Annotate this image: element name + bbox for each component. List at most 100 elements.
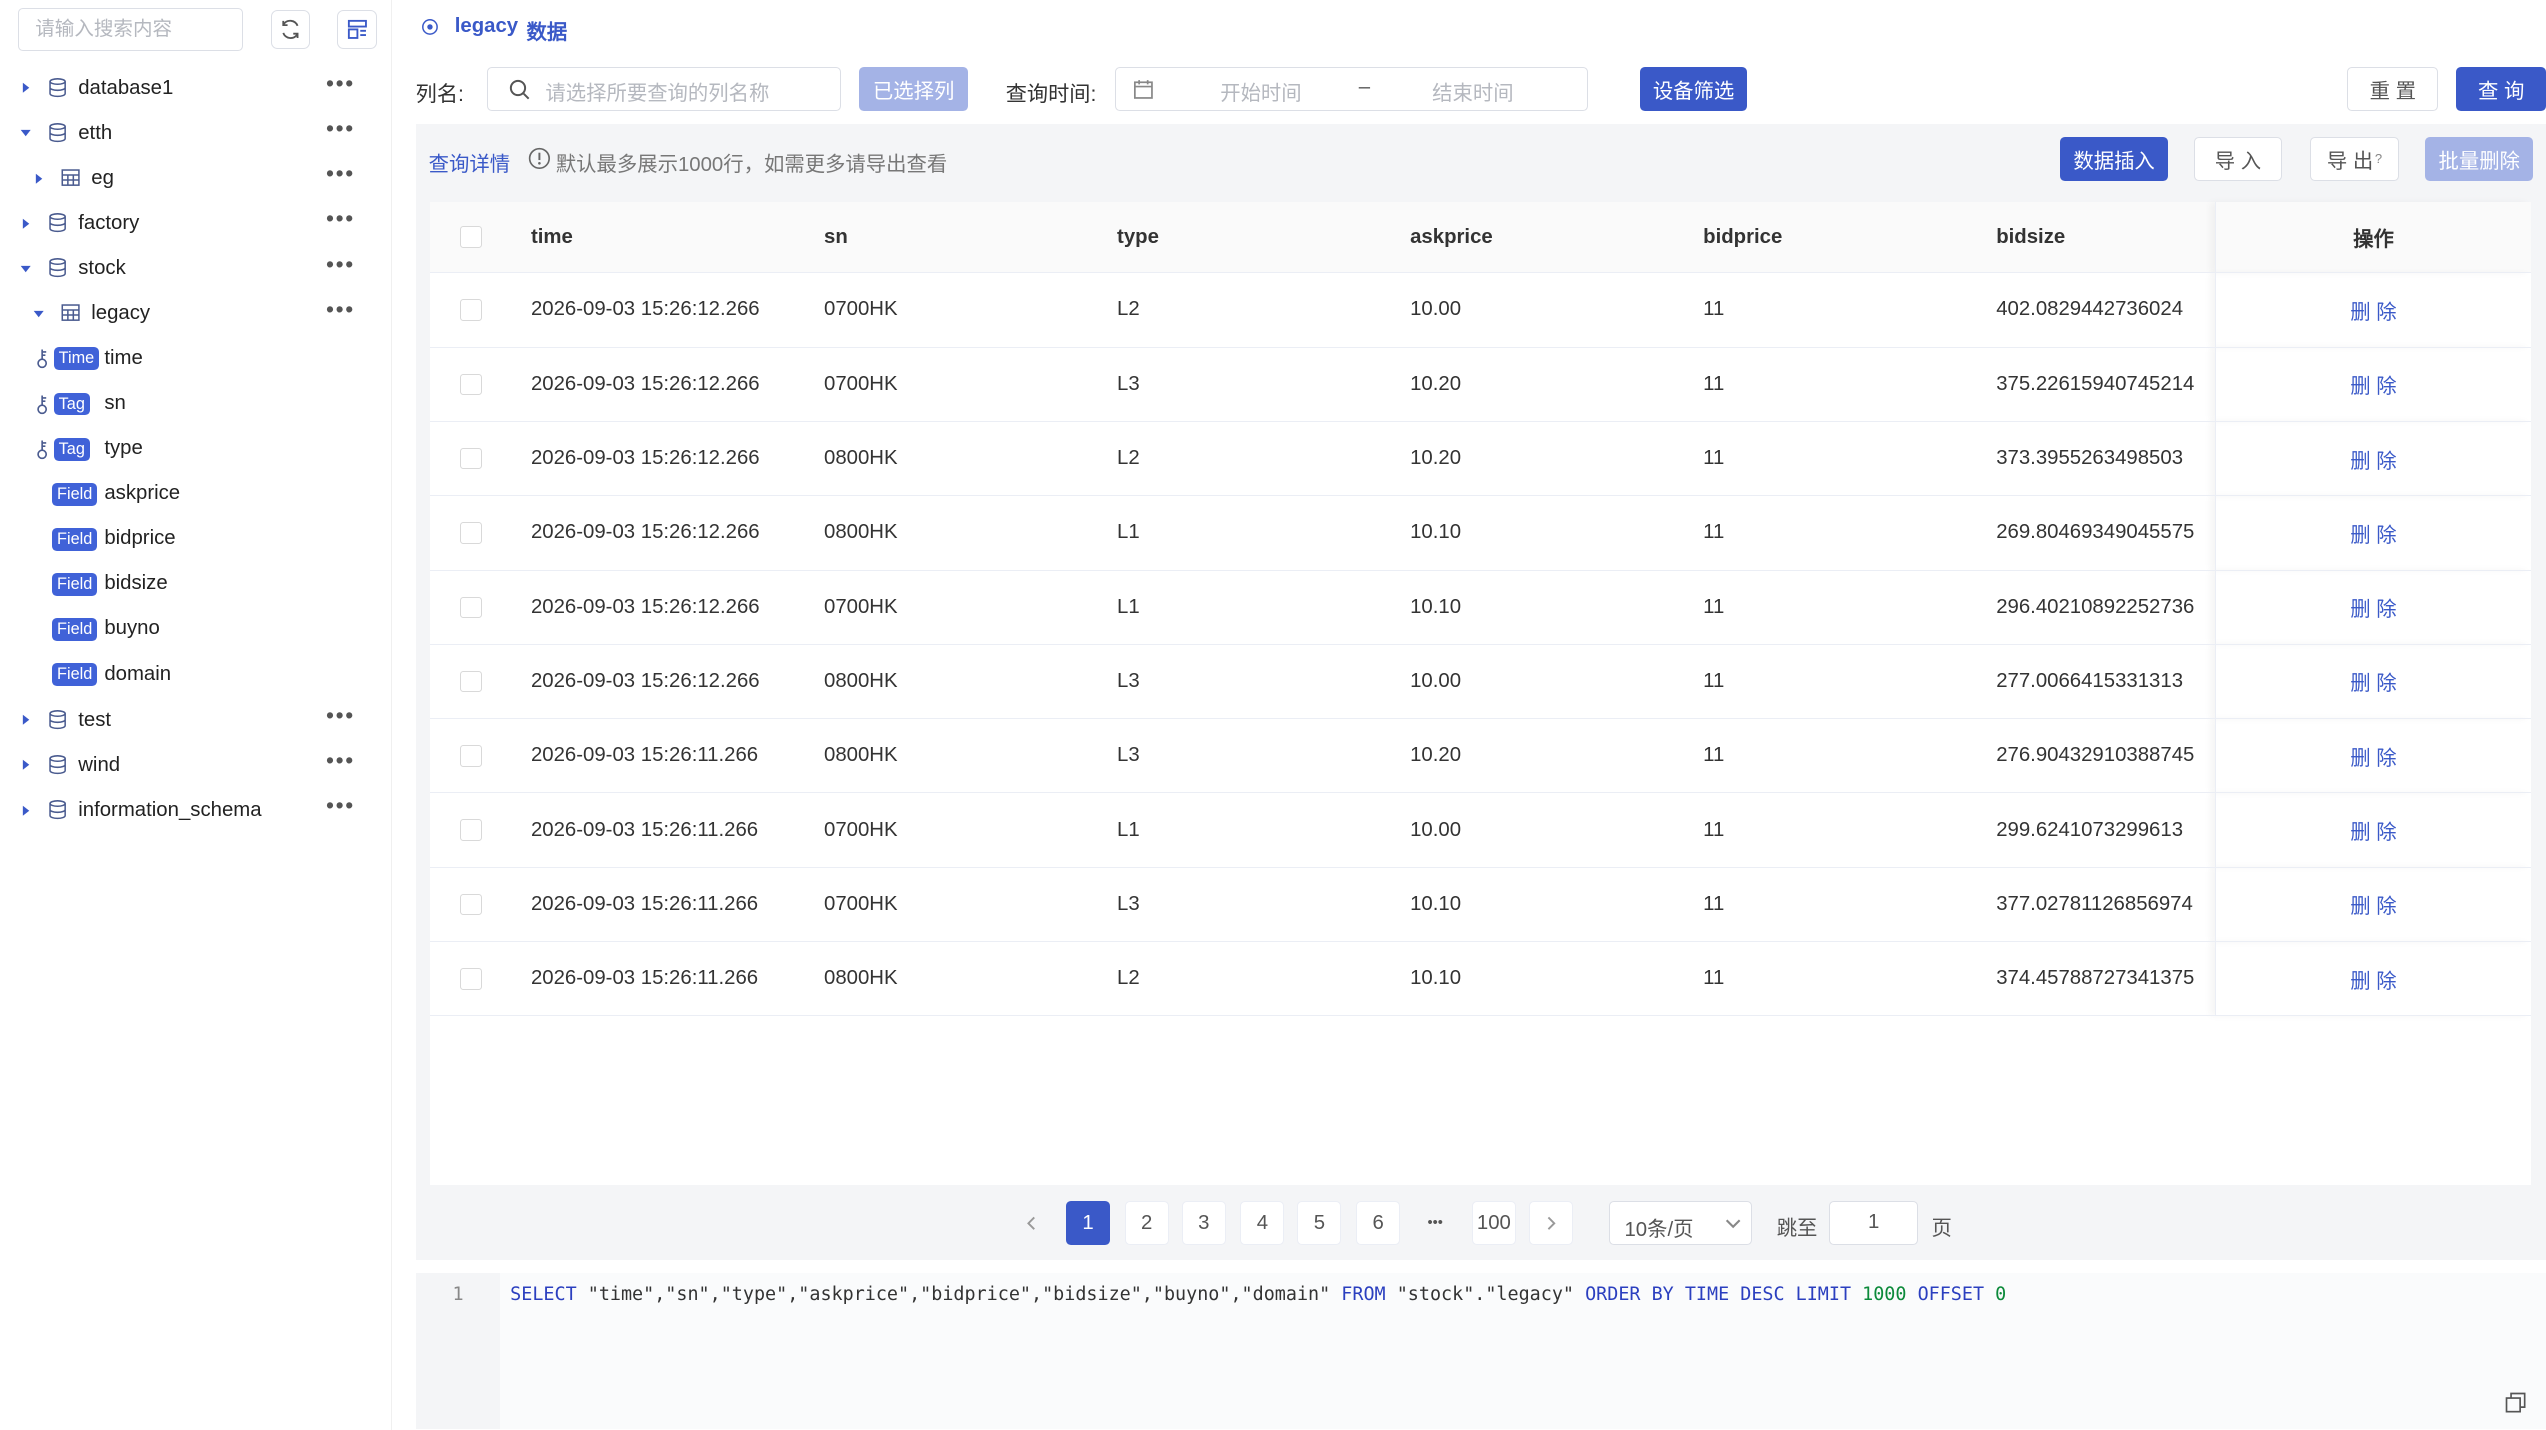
insert-data-button[interactable]: 数据插入: [2060, 136, 2168, 181]
more-icon[interactable]: •••: [326, 297, 353, 324]
select-all-checkbox[interactable]: [460, 226, 482, 249]
delete-row-button[interactable]: 删 除: [2350, 673, 2396, 695]
tree-node-label: wind: [78, 753, 121, 776]
tree-node-etth[interactable]: etth •••: [0, 110, 391, 155]
key-icon: [34, 393, 50, 416]
col-header-askprice[interactable]: askprice: [1390, 202, 1684, 274]
sidebar-search-input[interactable]: [18, 9, 242, 50]
tree-node-bidsize[interactable]: Field bidsize: [0, 562, 391, 607]
more-icon[interactable]: •••: [326, 794, 353, 820]
caret-right-icon[interactable]: [31, 170, 47, 186]
table-row: 2026-09-03 15:26:12.266 0700HK L2 10.00 11 40…: [430, 272, 2532, 348]
tree-node-test[interactable]: test •••: [0, 697, 391, 742]
caret-right-icon[interactable]: [18, 712, 34, 728]
tree-node-time[interactable]: Time time: [0, 336, 391, 381]
page-button[interactable]: 6: [1356, 1201, 1401, 1246]
delete-row-button[interactable]: 删 除: [2350, 599, 2396, 621]
row-checkbox[interactable]: [460, 373, 482, 396]
caret-right-icon[interactable]: [18, 757, 34, 773]
tree-node-askprice[interactable]: Field askprice: [0, 471, 391, 516]
query-details-link[interactable]: 查询详情: [429, 147, 510, 177]
col-header-time[interactable]: time: [511, 202, 805, 274]
row-checkbox[interactable]: [460, 893, 482, 916]
delete-row-button[interactable]: 删 除: [2350, 748, 2396, 770]
import-button[interactable]: 导 入: [2193, 136, 2282, 181]
page-button[interactable]: 2: [1124, 1201, 1169, 1246]
more-icon[interactable]: •••: [326, 704, 353, 730]
page-button[interactable]: 100: [1471, 1201, 1516, 1246]
copy-icon[interactable]: [2505, 1392, 2526, 1413]
page-button[interactable]: 5: [1297, 1201, 1342, 1246]
refresh-button[interactable]: [270, 9, 310, 49]
caret-down-icon[interactable]: [18, 260, 34, 276]
row-checkbox[interactable]: [460, 596, 482, 619]
row-checkbox[interactable]: [460, 670, 482, 693]
page-button[interactable]: 4: [1240, 1201, 1285, 1246]
more-icon[interactable]: •••: [326, 207, 353, 233]
cell-bidprice: 11: [1683, 570, 1977, 645]
tree-node-factory[interactable]: factory •••: [0, 201, 391, 246]
jump-page-input[interactable]: 1: [1828, 1201, 1919, 1246]
tree-node-database1[interactable]: database1 •••: [0, 65, 391, 110]
more-icon[interactable]: •••: [326, 117, 353, 143]
tree-node-domain[interactable]: Field domain: [0, 652, 391, 697]
end-time-input[interactable]: 结束时间: [1432, 76, 1513, 106]
more-icon[interactable]: •••: [326, 72, 353, 98]
start-time-input[interactable]: 开始时间: [1220, 76, 1301, 106]
reset-button[interactable]: 重 置: [2347, 66, 2439, 111]
query-button[interactable]: 查 询: [2456, 66, 2546, 111]
row-checkbox[interactable]: [460, 299, 482, 321]
more-icon[interactable]: •••: [326, 749, 353, 775]
col-header-bidsize[interactable]: bidsize: [1976, 202, 2216, 274]
col-header-bidprice[interactable]: bidprice: [1683, 202, 1977, 274]
page-ellipsis[interactable]: •••: [1413, 1201, 1457, 1245]
tree-node-information-schema[interactable]: information_schema •••: [0, 787, 391, 832]
row-checkbox[interactable]: [460, 522, 482, 544]
more-icon[interactable]: •••: [326, 252, 353, 279]
caret-down-icon[interactable]: [31, 306, 47, 322]
cell-time: 2026-09-03 15:26:12.266: [511, 570, 805, 645]
page-button[interactable]: 3: [1181, 1201, 1226, 1246]
tree-node-legacy[interactable]: legacy •••: [0, 291, 391, 336]
caret-right-icon[interactable]: [18, 802, 34, 818]
device-filter-button[interactable]: 设备筛选: [1639, 66, 1748, 111]
delete-row-button[interactable]: 删 除: [2350, 525, 2396, 547]
selected-columns-button[interactable]: 已选择列: [859, 66, 969, 111]
col-header-type[interactable]: type: [1097, 202, 1391, 274]
delete-row-button[interactable]: 删 除: [2350, 376, 2396, 398]
tree-node-wind[interactable]: wind •••: [0, 742, 391, 787]
prev-page-button[interactable]: [1009, 1201, 1053, 1245]
tree-node-sn[interactable]: Tag sn: [0, 381, 391, 426]
batch-delete-button[interactable]: 批量删除: [2425, 136, 2533, 181]
sql-code[interactable]: SELECT "time","sn","type","askprice","bi…: [500, 1273, 2546, 1430]
column-select[interactable]: 请选择所要查询的列名称: [487, 66, 842, 111]
row-checkbox[interactable]: [460, 447, 482, 470]
tree-node-stock[interactable]: stock •••: [0, 246, 391, 291]
tree-node-eg[interactable]: eg •••: [0, 155, 391, 200]
caret-right-icon[interactable]: [18, 215, 34, 231]
tree-node-buyno[interactable]: Field buyno: [0, 607, 391, 652]
sidebar-search[interactable]: [17, 8, 243, 51]
delete-row-button[interactable]: 删 除: [2350, 971, 2396, 993]
delete-row-button[interactable]: 删 除: [2350, 822, 2396, 844]
page-size-select[interactable]: 10条/页: [1608, 1201, 1753, 1246]
delete-row-button[interactable]: 删 除: [2350, 451, 2396, 473]
row-checkbox[interactable]: [460, 745, 482, 767]
time-range-picker[interactable]: 开始时间 – 结束时间: [1114, 66, 1588, 111]
col-header-sn[interactable]: sn: [804, 202, 1098, 274]
tree-node-bidprice[interactable]: Field bidprice: [0, 517, 391, 562]
more-icon[interactable]: •••: [326, 162, 353, 188]
caret-right-icon[interactable]: [18, 80, 34, 96]
delete-row-button[interactable]: 删 除: [2350, 302, 2396, 324]
row-checkbox[interactable]: [460, 968, 482, 990]
next-page-button[interactable]: [1528, 1201, 1573, 1246]
sql-editor[interactable]: 1 SELECT "time","sn","type","askprice","…: [415, 1273, 2546, 1430]
export-button[interactable]: 导 出 ?: [2309, 136, 2400, 181]
page-button[interactable]: 1: [1066, 1201, 1110, 1246]
caret-down-icon[interactable]: [18, 125, 34, 141]
delete-row-button[interactable]: 删 除: [2350, 896, 2396, 918]
table-header-row: time sn type askprice bidprice bidsize 操…: [430, 202, 2532, 274]
tree-node-type[interactable]: Tag type: [0, 426, 391, 471]
schema-layout-button[interactable]: [337, 9, 377, 49]
row-checkbox[interactable]: [460, 819, 482, 842]
